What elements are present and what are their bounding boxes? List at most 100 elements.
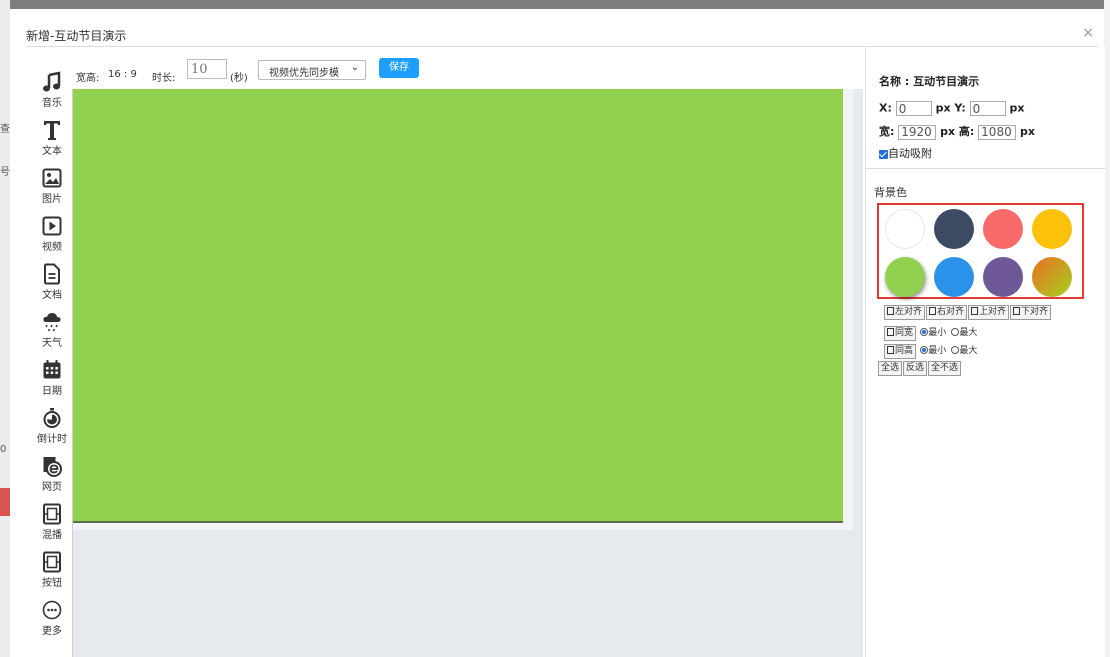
width-input[interactable] <box>898 124 937 140</box>
program-editor-dialog: 新增-互动节目演示 × 音乐 文本 图片 视频 文档 天气 日期 倒计时 网页 … <box>10 9 1105 657</box>
align-left-button[interactable]: 左对齐 <box>884 305 926 320</box>
tool-label: 网页 <box>42 482 62 493</box>
height-min-radio[interactable] <box>920 346 929 354</box>
tool-date[interactable]: 日期 <box>32 359 72 407</box>
tool-video[interactable]: 视频 <box>32 215 72 263</box>
align-top-button[interactable]: 上对齐 <box>968 305 1010 320</box>
selection-row: 全选 反选 全不选 <box>878 361 962 376</box>
auto-snap-label: 自动吸附 <box>888 147 932 160</box>
height-label: 高: <box>958 125 975 138</box>
y-unit: px <box>1009 101 1025 115</box>
swatch-blue[interactable] <box>934 257 974 297</box>
swatch-green[interactable] <box>885 257 925 297</box>
align-right-label: 右对齐 <box>937 307 965 317</box>
background-text: 查 <box>0 124 10 135</box>
same-width-label: 同宽 <box>895 328 914 338</box>
program-canvas[interactable] <box>73 89 843 523</box>
swatch-white[interactable] <box>885 209 925 249</box>
name-value: 互动节目演示 <box>913 75 980 88</box>
swatch-dark-slate[interactable] <box>934 209 974 249</box>
same-width-button[interactable]: 同宽 <box>884 326 917 341</box>
position-row: X: px Y: px <box>879 101 1025 116</box>
align-buttons-row: 左对齐 右对齐 上对齐 下对齐 <box>884 305 1052 320</box>
same-height-label: 同高 <box>895 346 914 356</box>
tool-label: 更多 <box>42 626 62 637</box>
tool-label: 图片 <box>42 194 62 205</box>
tool-music[interactable]: 音乐 <box>32 71 72 119</box>
duration-label: 时长: <box>152 73 176 84</box>
dialog-title: 新增-互动节目演示 <box>26 29 127 43</box>
ratio-value: 16 : 9 <box>108 69 137 80</box>
tool-countdown[interactable]: 倒计时 <box>32 407 72 455</box>
browser-e-icon <box>43 457 62 477</box>
swatch-amber[interactable] <box>1032 209 1072 249</box>
duration-unit: (秒) <box>230 73 248 84</box>
tool-document[interactable]: 文档 <box>32 263 72 311</box>
properties-panel: 名称 : 互动节目演示 X: px Y: px 宽: px 高: px 自动吸附… <box>865 47 1105 657</box>
tool-button[interactable]: 按钮 <box>32 551 72 599</box>
tool-text[interactable]: 文本 <box>32 119 72 167</box>
tool-more[interactable]: 更多 <box>32 599 72 647</box>
tool-label: 混播 <box>42 530 62 541</box>
tool-label: 倒计时 <box>37 434 67 445</box>
background-red-tab <box>0 488 10 516</box>
button-component-icon <box>43 551 61 573</box>
align-left-label: 左对齐 <box>895 307 923 317</box>
chevron-down-icon: ⌄ <box>350 62 359 73</box>
background-color-palette <box>877 203 1084 299</box>
sync-mode-select[interactable]: 视频优先同步模 ⌄ <box>258 60 366 80</box>
work-area <box>72 89 863 657</box>
panel-divider <box>866 168 1105 169</box>
x-input[interactable] <box>895 101 932 116</box>
close-button[interactable]: × <box>1082 25 1094 41</box>
align-right-icon <box>929 307 937 315</box>
y-input[interactable] <box>969 101 1006 116</box>
tool-weather[interactable]: 天气 <box>32 311 72 359</box>
align-bottom-icon <box>1013 307 1021 315</box>
select-none-button[interactable]: 全不选 <box>928 361 962 376</box>
auto-snap-row[interactable]: 自动吸附 <box>879 145 932 161</box>
background-text: 0 <box>0 444 7 455</box>
same-height-icon <box>887 346 894 354</box>
align-bottom-button[interactable]: 下对齐 <box>1010 305 1052 320</box>
tool-mixed[interactable]: 混播 <box>32 503 72 551</box>
align-top-label: 上对齐 <box>979 307 1007 317</box>
image-icon <box>42 168 62 188</box>
width-min-radio[interactable] <box>920 328 929 336</box>
music-note-icon <box>43 71 61 92</box>
background-color-label: 背景色 <box>874 186 907 199</box>
calendar-icon <box>43 360 61 379</box>
align-left-icon <box>887 307 894 315</box>
select-all-button[interactable]: 全选 <box>878 361 903 376</box>
height-min-label: 最小 <box>928 346 947 356</box>
same-width-row: 同宽 最小 最大 <box>884 325 979 341</box>
component-toolbox: 音乐 文本 图片 视频 文档 天气 日期 倒计时 网页 混播 按钮 更多 <box>32 71 72 647</box>
tool-label: 日期 <box>42 386 62 397</box>
tool-webpage[interactable]: 网页 <box>32 455 72 503</box>
ratio-label: 宽高: <box>76 73 100 84</box>
duration-input[interactable] <box>187 59 227 79</box>
same-height-button[interactable]: 同高 <box>884 344 917 359</box>
tool-image[interactable]: 图片 <box>32 167 72 215</box>
film-stack-icon <box>43 503 61 525</box>
align-right-button[interactable]: 右对齐 <box>926 305 968 320</box>
same-height-row: 同高 最小 最大 <box>884 343 979 359</box>
stopwatch-icon <box>43 408 61 428</box>
auto-snap-checkbox[interactable] <box>879 149 888 159</box>
swatch-gradient[interactable] <box>1032 257 1072 297</box>
width-max-label: 最大 <box>959 328 978 338</box>
tool-label: 按钮 <box>42 578 62 589</box>
tool-label: 音乐 <box>42 98 62 109</box>
background-page <box>0 0 10 657</box>
name-label: 名称 : <box>879 75 910 88</box>
swatch-coral[interactable] <box>983 209 1023 249</box>
swatch-purple[interactable] <box>983 257 1023 297</box>
invert-selection-button[interactable]: 反选 <box>903 361 928 376</box>
save-button[interactable]: 保存 <box>379 58 419 78</box>
tool-label: 天气 <box>42 338 62 349</box>
background-text: 号 <box>0 167 10 178</box>
text-t-icon <box>44 121 60 140</box>
name-row: 名称 : 互动节目演示 <box>879 73 979 89</box>
width-label: 宽: <box>879 125 895 138</box>
height-input[interactable] <box>978 124 1017 140</box>
